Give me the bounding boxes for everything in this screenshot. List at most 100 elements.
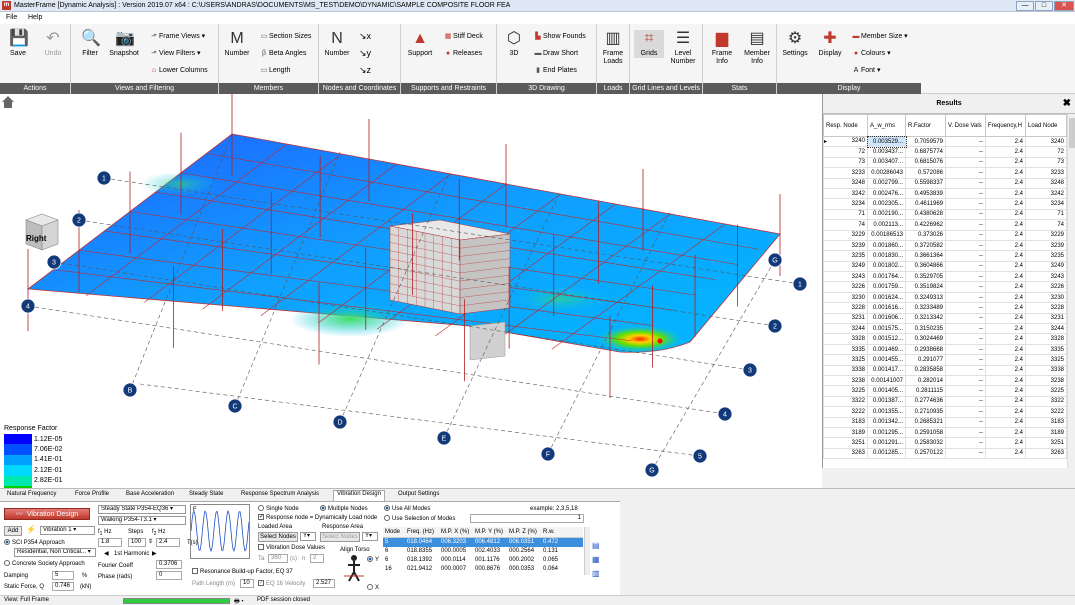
scrollbar-thumb[interactable] bbox=[1069, 118, 1075, 148]
mode-col-header[interactable]: Mode bbox=[383, 527, 405, 537]
eq16-checkbox[interactable]: ✓ EQ 16 Velocity bbox=[258, 580, 305, 588]
save-button[interactable]: 💾 Save bbox=[3, 30, 33, 58]
loaded-axis-select[interactable]: Y▾ bbox=[300, 532, 316, 541]
phase-input[interactable]: 0 bbox=[156, 571, 182, 580]
coord-z-icon[interactable]: ↘z bbox=[359, 66, 371, 75]
f1-input[interactable]: 1.8 bbox=[98, 538, 122, 547]
display-button[interactable]: ✚ Display bbox=[815, 30, 845, 58]
grid-bubble[interactable]: 1 bbox=[96, 170, 112, 186]
maximize-icon[interactable]: □ bbox=[1035, 1, 1053, 11]
table-row[interactable]: 3263 0.001285... 0.2570122 -- 2.4 3263 bbox=[823, 447, 1067, 460]
grid-bubble[interactable]: 4 bbox=[20, 298, 36, 314]
tab-output-settings[interactable]: Output Settings bbox=[395, 491, 442, 497]
coord-x-icon[interactable]: ↘x bbox=[359, 32, 371, 41]
grid-bubble[interactable]: G bbox=[644, 462, 660, 478]
support-button[interactable]: ▲ Support bbox=[405, 30, 435, 58]
member-info-button[interactable]: ▤ Member Info bbox=[742, 30, 772, 66]
snapshot-button[interactable]: 📷 Snapshot bbox=[109, 30, 139, 58]
minimize-icon[interactable]: — bbox=[1016, 1, 1034, 11]
table-row[interactable]: 3222 0.001355... 0.2710935 -- 2.4 3222 bbox=[823, 406, 1067, 418]
results-col-header[interactable]: Load Node bbox=[1025, 114, 1067, 137]
grid-bubble[interactable]: 2 bbox=[71, 212, 87, 228]
table-row[interactable]: 3225 0.001405... 0.2811115 -- 2.4 3225 bbox=[823, 385, 1067, 397]
results-close-icon[interactable]: ✖ bbox=[1063, 94, 1071, 114]
draw-short-button[interactable]: ▬ Draw Short bbox=[533, 49, 579, 58]
releases-button[interactable]: ● Releases bbox=[443, 49, 482, 58]
table-row[interactable]: 71 0.002190... 0.4380628 -- 2.4 71 bbox=[823, 208, 1067, 221]
table-row[interactable]: 3231 0.001606... 0.3213342 -- 2.4 3231 bbox=[823, 312, 1067, 325]
mode-col-header[interactable]: M.P. Y (%) bbox=[473, 527, 507, 537]
vdv-checkbox[interactable]: Vibration Dose Values bbox=[258, 544, 325, 552]
modes-selection-input[interactable]: 1 bbox=[470, 514, 584, 523]
table-row[interactable]: 3322 0.001387... 0.2774636 -- 2.4 3322 bbox=[823, 395, 1067, 408]
damping-input[interactable]: 5 bbox=[52, 571, 74, 580]
table-row[interactable]: 73 0.003407... 0.6815076 -- 2.4 73 bbox=[823, 156, 1067, 169]
add-button[interactable]: Add bbox=[4, 526, 22, 536]
menu-file[interactable]: File bbox=[6, 14, 17, 21]
table-row[interactable]: 3338 0.001417... 0.2835858 -- 2.4 3338 bbox=[823, 364, 1067, 377]
single-node-radio[interactable]: Single Node bbox=[258, 505, 299, 513]
steady-state-select[interactable]: Steady State P354-EQ36 ▾ bbox=[98, 505, 186, 514]
grid-bubble[interactable]: 2 bbox=[767, 318, 783, 334]
table-row[interactable]: 3248 0.002799... 0.5598337 -- 2.4 3248 bbox=[823, 177, 1067, 189]
filter-button[interactable]: 🔍 Filter bbox=[75, 30, 105, 58]
export-icon[interactable]: ▤ bbox=[592, 542, 600, 550]
core-block[interactable] bbox=[389, 219, 511, 361]
grid-bubble[interactable]: B bbox=[122, 382, 138, 398]
table-row[interactable]: 3251 0.001291... 0.2583032 -- 2.4 3251 bbox=[823, 437, 1067, 449]
excel-icon[interactable]: ▦ bbox=[592, 556, 600, 564]
resonance-checkbox[interactable]: Resonance Build-up Factor, EQ 37 bbox=[192, 568, 293, 576]
concrete-society-radio[interactable]: Concrete Society Approach bbox=[4, 560, 85, 568]
show-founds-button[interactable]: ▙ Show Founds bbox=[533, 32, 586, 41]
lower-columns-button[interactable]: ⌂ Lower Columns bbox=[149, 66, 208, 75]
response-select-nodes-button[interactable]: Select Nodes bbox=[320, 532, 360, 542]
use-selection-radio[interactable]: Use Selection of Modes bbox=[384, 515, 455, 523]
sci-approach-radio[interactable]: SCI P354 Approach bbox=[4, 539, 65, 547]
mode-col-header[interactable]: M.P. Z (%) bbox=[507, 527, 541, 537]
results-col-header[interactable]: V. Dose Vals bbox=[945, 114, 986, 137]
table-row[interactable]: 3244 0.001575... 0.3150235 -- 2.4 3244 bbox=[823, 323, 1067, 335]
table-row[interactable]: 3238 0.00141007 0.282014 -- 2.4 3238 bbox=[823, 374, 1067, 387]
walking-select[interactable]: Walking P354-T3.1 ▾ bbox=[98, 516, 186, 525]
list-item[interactable]: 6 018.8355 000.0005 002.4033 000.2564 0.131 bbox=[383, 547, 583, 556]
home-icon[interactable] bbox=[2, 96, 14, 108]
floor-model-drawing[interactable]: 1 2 3 4 5 1 2 3 4 B C D E F G G bbox=[0, 94, 822, 488]
f2-input[interactable]: 2.4 bbox=[156, 538, 180, 547]
list-item[interactable]: 5 018.0464 006.3203 006.4812 006.0351 0.472 bbox=[383, 538, 583, 547]
report-icon[interactable]: ▥ bbox=[592, 570, 600, 578]
grid-bubble[interactable]: E bbox=[436, 430, 452, 446]
table-row[interactable]: 3229 0.00186513 0.373026 -- 2.4 3229 bbox=[823, 229, 1067, 241]
grid-bubble[interactable]: 1 bbox=[792, 276, 808, 292]
table-row[interactable]: 3328 0.001512... 0.3024469 -- 2.4 3328 bbox=[823, 333, 1067, 345]
grid-bubble[interactable]: 5 bbox=[692, 448, 708, 464]
mode-col-header[interactable]: R.w. bbox=[541, 527, 569, 537]
menu-help[interactable]: Help bbox=[28, 14, 42, 21]
building-type-select[interactable]: Residential, Non Critical... ▾ bbox=[14, 548, 96, 557]
section-sizes-button[interactable]: ▭ Section Sizes bbox=[259, 32, 312, 41]
table-row[interactable]: 3226 0.001759... 0.3519824 -- 2.4 3226 bbox=[823, 281, 1067, 293]
response-equals-load-checkbox[interactable]: ✓ Response node = Dynamically Load node bbox=[258, 514, 377, 522]
grid-bubble[interactable]: F bbox=[540, 446, 556, 462]
modes-scrollbar[interactable] bbox=[584, 527, 590, 575]
frame-loads-button[interactable]: ▥ Frame Loads bbox=[598, 30, 628, 66]
table-row[interactable]: 3228 0.001616... 0.3233489 -- 2.4 3228 bbox=[823, 302, 1067, 314]
list-item[interactable]: 6 018.1392 000.0114 001.1176 000.2002 0.065 bbox=[383, 556, 583, 565]
tab-steady-state[interactable]: Steady State bbox=[186, 491, 226, 497]
table-row[interactable]: 3230 0.001624... 0.3249313 -- 2.4 3230 bbox=[823, 291, 1067, 304]
multiple-nodes-radio[interactable]: Multiple Nodes bbox=[320, 505, 368, 513]
grid-bubble[interactable]: 4 bbox=[717, 406, 733, 422]
align-y-radio[interactable]: Y bbox=[367, 556, 379, 564]
table-row[interactable]: 3235 0.001830... 0.3661364 -- 2.4 3235 bbox=[823, 250, 1067, 262]
steps-input[interactable]: 100 bbox=[128, 538, 146, 547]
table-row[interactable]: ▸ 3240 0.003529... 0.7059579 -- 2.4 3240 bbox=[823, 135, 1067, 148]
results-col-header[interactable]: Resp. Node bbox=[823, 114, 868, 137]
path-length-input[interactable]: 10 bbox=[240, 579, 254, 588]
node-number-button[interactable]: N Number bbox=[322, 30, 352, 58]
tab-base-acceleration[interactable]: Base Acceleration bbox=[123, 491, 177, 497]
frame-info-button[interactable]: ▆ Frame Info bbox=[707, 30, 737, 66]
grids-button[interactable]: ⌗ Grids bbox=[634, 30, 664, 58]
settings-button[interactable]: ⚙ Settings bbox=[780, 30, 810, 58]
mode-col-header[interactable]: M.P. X (%) bbox=[439, 527, 473, 537]
steps-spinner-icon[interactable]: ⇕ bbox=[148, 538, 153, 546]
vibration-select[interactable]: Vibration 1 ▾ bbox=[40, 526, 95, 535]
